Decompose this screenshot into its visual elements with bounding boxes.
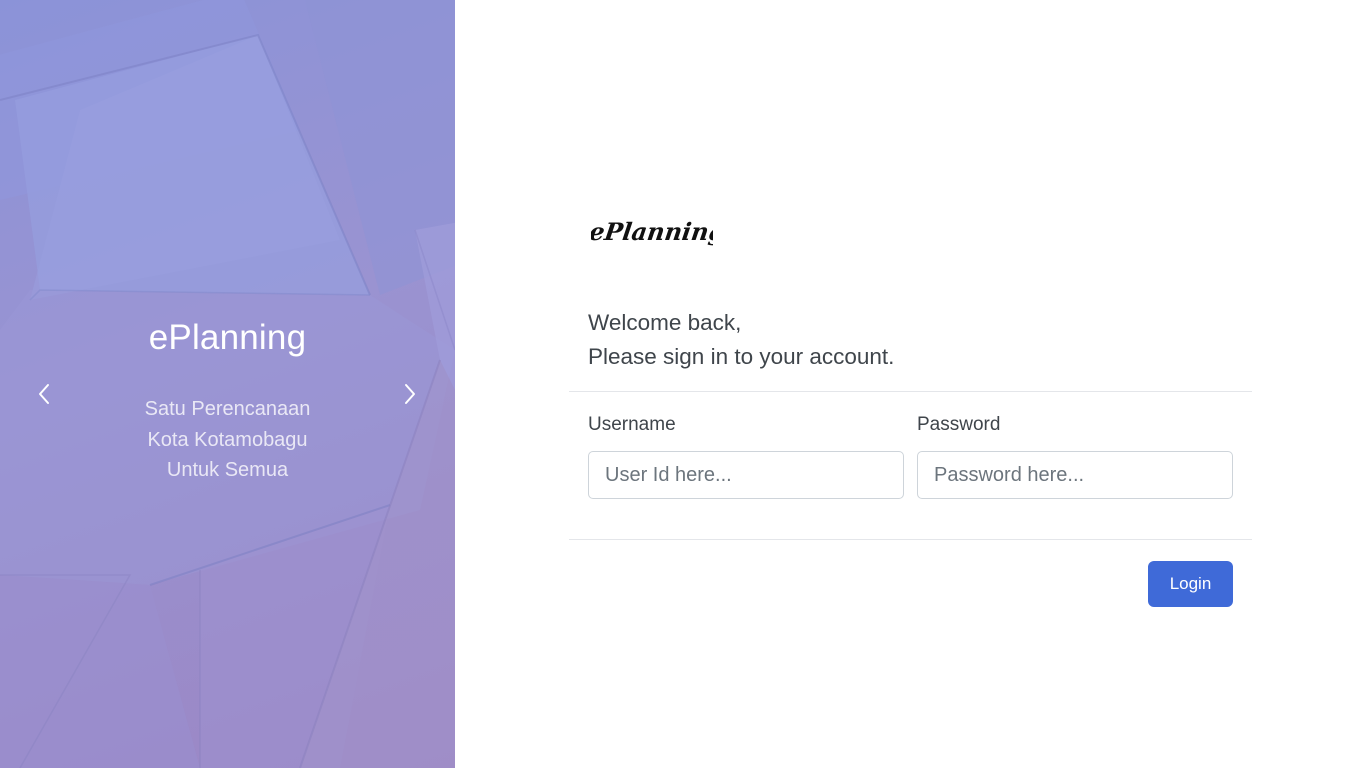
login-panel: ePlanning Welcome back, Please sign in t… [455, 0, 1366, 768]
username-label: Username [588, 414, 676, 435]
logo-text: ePlanning [591, 217, 713, 246]
username-input[interactable] [588, 451, 904, 499]
chevron-right-icon [405, 384, 415, 404]
carousel-next-button[interactable] [392, 376, 428, 412]
divider [569, 539, 1252, 540]
carousel-prev-button[interactable] [26, 376, 62, 412]
carousel-subtitle: Satu Perencanaan Kota Kotamobagu Untuk S… [0, 394, 455, 486]
welcome-subheading: Please sign in to your account. [588, 344, 895, 369]
carousel-subtitle-line: Satu Perencanaan [144, 398, 311, 420]
paper-background-image [0, 0, 455, 768]
carousel-title: ePlanning [148, 318, 307, 357]
chevron-left-icon [39, 384, 49, 404]
divider [569, 391, 1252, 392]
welcome-message: Welcome back, Please sign in to your acc… [588, 306, 894, 374]
carousel-subtitle-line: Kota Kotamobagu [147, 428, 308, 451]
password-input[interactable] [917, 451, 1233, 499]
eplanning-logo: ePlanning [591, 217, 713, 246]
password-label: Password [917, 414, 1001, 435]
welcome-heading: Welcome back, [588, 310, 742, 335]
carousel-subtitle-line: Untuk Semua [166, 459, 289, 481]
carousel-panel: ePlanning Satu Perencanaan Kota Kotamoba… [0, 0, 455, 768]
login-button[interactable]: Login [1148, 561, 1233, 607]
